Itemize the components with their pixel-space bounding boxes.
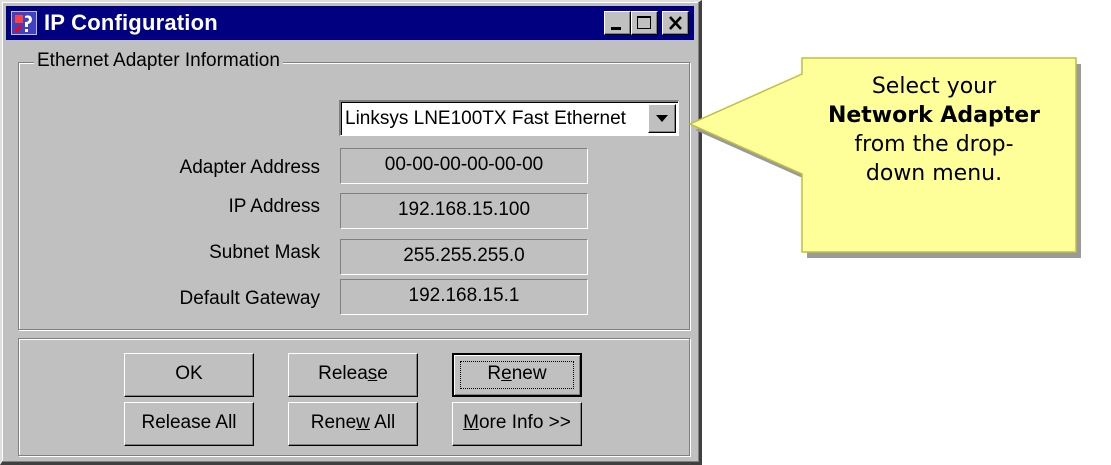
subnet-mask-label: Subnet Mask <box>209 242 320 263</box>
more-info-accelerator-key: M <box>463 412 479 433</box>
default-gateway-label: Default Gateway <box>179 288 320 309</box>
subnet-mask-value: 255.255.255.0 <box>340 239 588 275</box>
release-all-button[interactable]: Release All <box>124 402 254 446</box>
callout: Select your Network Adapter from the dro… <box>668 28 1111 328</box>
minimize-icon <box>611 27 621 30</box>
renew-all-button[interactable]: Renew All <box>288 402 418 446</box>
more-info-button[interactable]: More Info >> <box>452 402 582 446</box>
renew-all-accelerator-key: w <box>356 412 370 433</box>
default-gateway-value: 192.168.15.1 <box>340 279 588 315</box>
callout-line-1: Select your <box>871 74 997 99</box>
maximize-button[interactable] <box>631 11 658 35</box>
ok-button-label: OK <box>175 363 203 384</box>
dropdown-selected-value: Linksys LNE100TX Fast Ethernet <box>345 108 626 129</box>
app-icon <box>11 11 37 35</box>
group-legend: Ethernet Adapter Information <box>34 49 283 73</box>
release-accelerator-key: s <box>367 363 378 384</box>
maximize-icon <box>637 16 651 29</box>
minimize-button[interactable] <box>604 11 631 35</box>
window-title: IP Configuration <box>44 10 218 35</box>
ok-button[interactable]: OK <box>124 353 254 397</box>
more-info-label: ore Info >> <box>478 412 571 433</box>
release-all-label: Release All <box>141 412 237 433</box>
callout-line-2-wrap: Network Adapter <box>804 101 1064 130</box>
renew-all-label-start: Rene <box>310 412 357 433</box>
renew-button[interactable]: Renew <box>452 353 582 397</box>
callout-text: Select your Network Adapter from the dro… <box>804 72 1064 188</box>
release-label-end: e <box>377 363 388 384</box>
adapter-address-value: 00-00-00-00-00-00 <box>340 148 588 184</box>
ip-configuration-window: IP Configuration Ethernet Adapter Inform… <box>0 0 702 465</box>
ip-address-value: 192.168.15.100 <box>340 193 588 229</box>
focus-rectangle <box>460 361 574 389</box>
renew-all-label-end: All <box>369 412 396 433</box>
network-adapter-dropdown[interactable]: Linksys LNE100TX Fast Ethernet <box>339 100 679 136</box>
title-bar[interactable]: IP Configuration <box>6 6 694 40</box>
callout-line-4: down menu. <box>865 161 1003 186</box>
callout-line-3: from the drop- <box>854 132 1014 157</box>
ip-address-label: IP Address <box>228 196 320 217</box>
release-label-start: Relea <box>318 363 368 384</box>
adapter-address-label: Adapter Address <box>179 157 320 178</box>
release-button[interactable]: Release <box>288 353 418 397</box>
callout-emphasis: Network Adapter <box>827 103 1041 128</box>
